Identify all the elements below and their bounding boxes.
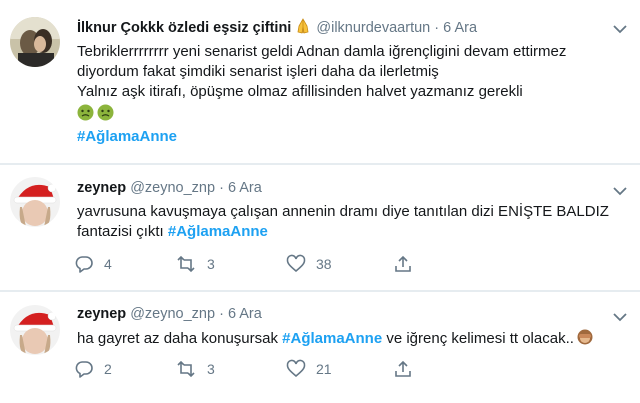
share-button[interactable] (393, 358, 413, 380)
share-icon (393, 359, 413, 379)
nauseated-face-icon (77, 104, 94, 127)
timestamp[interactable]: 6 Ara (228, 306, 262, 322)
retweet-icon (175, 359, 197, 379)
nauseated-face-icon (97, 104, 114, 127)
tweet-line: ha gayret az daha konuşursak (77, 330, 283, 347)
like-button[interactable]: 38 (286, 253, 332, 275)
see-no-evil-monkey-icon (576, 328, 594, 352)
retweet-icon (175, 254, 197, 274)
tweet[interactable]: zeynep @zeyno_znp · 6 Ara yavrusuna kavu… (0, 165, 640, 290)
tweet[interactable]: İlknur Çokkk özledi eşsiz çiftini @ilknu… (0, 0, 640, 163)
separator-dot: · (219, 180, 224, 196)
tweet-text: yavrusuna kavuşmaya çalışan annenin dram… (77, 202, 627, 242)
user-handle[interactable]: @zeyno_znp (130, 306, 215, 322)
like-count: 21 (316, 361, 332, 377)
user-handle[interactable]: @zeyno_znp (130, 180, 215, 196)
tweet-header: zeynep @zeyno_znp · 6 Ara (77, 179, 262, 197)
tweet-line: fantazisi çıktı (77, 223, 168, 240)
retweet-button[interactable]: 3 (175, 358, 215, 380)
share-icon (393, 254, 413, 274)
separator-dot: · (434, 20, 440, 36)
retweet-button[interactable]: 3 (175, 253, 215, 275)
reply-button[interactable]: 4 (74, 253, 112, 275)
timestamp[interactable]: 6 Ara (228, 180, 262, 196)
tweet-text: Tebriklerrrrrrrr yeni senarist geldi Adn… (77, 42, 627, 147)
tweet[interactable]: zeynep @zeyno_znp · 6 Ara ha gayret az d… (0, 292, 640, 403)
share-button[interactable] (393, 253, 413, 275)
avatar[interactable] (10, 17, 60, 67)
reply-count: 4 (104, 256, 112, 272)
display-name[interactable]: zeynep (77, 306, 126, 322)
hashtag-link[interactable]: #AğlamaAnne (282, 330, 382, 347)
tweet-line: diyordum fakat şimdiki senarist işleri d… (77, 63, 439, 80)
tweet-line: Tebriklerrrrrrrr yeni senarist geldi Adn… (77, 43, 567, 60)
avatar[interactable] (10, 305, 60, 355)
heart-icon (286, 254, 306, 274)
reply-button[interactable]: 2 (74, 358, 112, 380)
like-count: 38 (316, 256, 332, 272)
retweet-count: 3 (207, 361, 215, 377)
heart-icon (286, 359, 306, 379)
reply-icon (74, 359, 94, 379)
tweet-actions: 2 3 21 (70, 358, 430, 380)
display-name[interactable]: zeynep (77, 180, 126, 196)
chevron-down-icon[interactable] (612, 22, 628, 34)
chevron-down-icon[interactable] (612, 184, 628, 196)
folded-hands-icon (294, 17, 312, 40)
display-name[interactable]: İlknur Çokkk özledi eşsiz çiftini (77, 20, 291, 36)
retweet-count: 3 (207, 256, 215, 272)
hashtag-link[interactable]: #AğlamaAnne (77, 128, 177, 145)
tweet-header: İlknur Çokkk özledi eşsiz çiftini @ilknu… (77, 17, 477, 40)
user-handle[interactable]: @ilknurdevaartun (316, 20, 430, 36)
separator-dot: · (219, 306, 224, 322)
tweet-line: ve iğrenç kelimesi tt olacak.. (382, 330, 574, 347)
tweet-actions: 4 3 38 (70, 253, 430, 275)
reply-count: 2 (104, 361, 112, 377)
tweet-header: zeynep @zeyno_znp · 6 Ara (77, 305, 262, 323)
tweet-text: ha gayret az daha konuşursak #AğlamaAnne… (77, 328, 627, 352)
like-button[interactable]: 21 (286, 358, 332, 380)
timestamp[interactable]: 6 Ara (443, 20, 477, 36)
tweet-line: yavrusuna kavuşmaya çalışan annenin dram… (77, 203, 609, 220)
tweet-line: Yalnız aşk itirafı, öpüşme olmaz afillis… (77, 83, 523, 100)
chevron-down-icon[interactable] (612, 310, 628, 322)
avatar[interactable] (10, 177, 60, 227)
reply-icon (74, 254, 94, 274)
hashtag-link[interactable]: #AğlamaAnne (168, 223, 268, 240)
